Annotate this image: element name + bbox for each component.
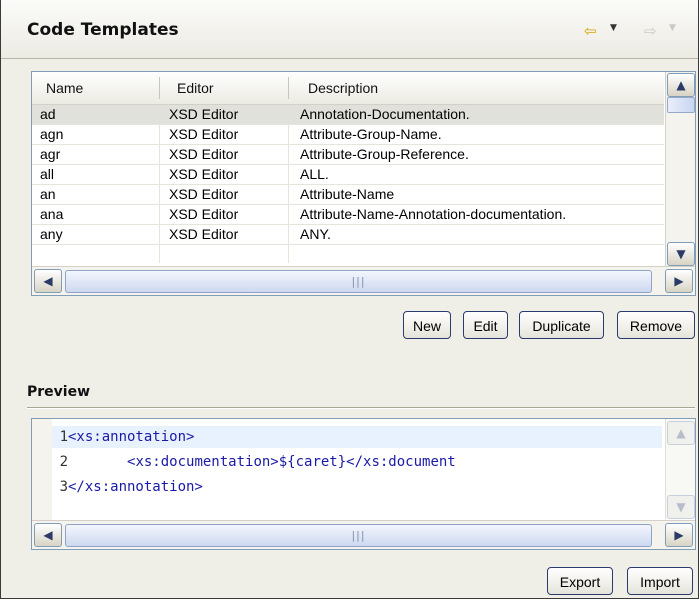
grip-icon: ||| — [351, 529, 366, 542]
cell-editor: XSD Editor — [169, 226, 239, 242]
preview-heading: Preview — [27, 384, 91, 400]
scroll-down-icon[interactable]: ▼ — [667, 495, 695, 519]
scroll-right-icon[interactable]: ▶ — [665, 269, 693, 293]
line-number: 1 — [59, 429, 68, 445]
code-line[interactable]: 3</xs:annotation> — [52, 476, 662, 498]
templates-table: Name Editor Description ad XSD Editor An… — [31, 71, 696, 296]
scroll-left-icon[interactable]: ◀ — [34, 523, 62, 547]
import-button[interactable]: Import — [627, 567, 693, 595]
cell-editor: XSD Editor — [169, 206, 239, 222]
line-number: 3 — [59, 479, 68, 495]
vertical-scroll-thumb[interactable] — [667, 97, 695, 113]
cell-description: ALL. — [300, 166, 329, 182]
scroll-left-icon[interactable]: ◀ — [34, 269, 62, 293]
cell-editor: XSD Editor — [169, 166, 239, 182]
panel-header: Code Templates ⇦ ▼ ⇨ ▼ — [1, 0, 698, 59]
remove-button[interactable]: Remove — [617, 311, 695, 339]
code-text: </xs:annotation> — [68, 479, 203, 495]
forward-arrow-icon[interactable]: ⇨ — [644, 22, 657, 40]
cell-editor: XSD Editor — [169, 126, 239, 142]
preview-editor[interactable]: 1<xs:annotation> 2 <xs:documentation>${c… — [31, 418, 696, 550]
table-row[interactable]: any XSD Editor ANY. — [32, 225, 664, 245]
page-title: Code Templates — [27, 20, 179, 40]
preview-divider — [27, 407, 695, 409]
column-header-description[interactable]: Description — [308, 80, 378, 96]
cell-editor: XSD Editor — [169, 186, 239, 202]
editor-vertical-scrollbar[interactable]: ▲ ▼ — [665, 419, 695, 519]
scroll-up-icon[interactable]: ▲ — [667, 421, 695, 445]
cell-description: Attribute-Group-Reference. — [300, 146, 469, 162]
table-row[interactable]: agn XSD Editor Attribute-Group-Name. — [32, 125, 664, 145]
cell-description: Attribute-Name — [300, 186, 395, 202]
forward-dropdown-icon[interactable]: ▼ — [669, 23, 676, 33]
editor-horizontal-scrollbar[interactable]: ◀ ||| ▶ — [32, 520, 695, 549]
cell-name: agr — [40, 146, 61, 162]
horizontal-scroll-thumb[interactable]: ||| — [65, 270, 652, 293]
code-templates-panel: Code Templates ⇦ ▼ ⇨ ▼ Name Editor Descr… — [0, 0, 699, 599]
cell-description: Attribute-Group-Name. — [300, 126, 442, 142]
code-text: <xs:documentation>${caret}</xs:document — [127, 454, 456, 470]
table-vertical-scrollbar[interactable]: ▲ ▼ — [665, 72, 695, 266]
cell-editor: XSD Editor — [169, 106, 239, 122]
grip-icon: ||| — [351, 275, 366, 288]
line-number: 2 — [59, 454, 68, 470]
cell-editor: XSD Editor — [169, 146, 239, 162]
cell-description: Annotation-Documentation. — [300, 106, 470, 122]
table-row[interactable]: all XSD Editor ALL. — [32, 165, 664, 185]
duplicate-button[interactable]: Duplicate — [519, 311, 604, 339]
new-button[interactable]: New — [403, 311, 451, 339]
cell-name: all — [40, 166, 55, 182]
edit-button[interactable]: Edit — [463, 311, 508, 339]
back-dropdown-icon[interactable]: ▼ — [610, 23, 617, 33]
cell-name: ad — [40, 106, 56, 122]
code-text: <xs:annotation> — [68, 429, 195, 445]
column-divider[interactable] — [159, 77, 160, 99]
column-divider[interactable] — [288, 77, 289, 99]
scroll-up-icon[interactable]: ▲ — [667, 73, 695, 97]
cell-name: ana — [40, 206, 64, 222]
cell-name: an — [40, 186, 56, 202]
code-line[interactable]: 1<xs:annotation> — [52, 426, 662, 448]
table-row[interactable]: agr XSD Editor Attribute-Group-Reference… — [32, 145, 664, 165]
horizontal-scroll-thumb[interactable]: ||| — [65, 524, 652, 547]
cell-description: Attribute-Name-Annotation-documentation. — [300, 206, 567, 222]
cell-description: ANY. — [300, 226, 331, 242]
scroll-right-icon[interactable]: ▶ — [665, 523, 693, 547]
code-line[interactable]: 2 <xs:documentation>${caret}</xs:documen… — [52, 451, 662, 473]
table-horizontal-scrollbar[interactable]: ◀ ||| ▶ — [32, 266, 695, 295]
table-row[interactable]: an XSD Editor Attribute-Name — [32, 185, 664, 205]
table-row[interactable]: ad XSD Editor Annotation-Documentation. — [32, 105, 664, 125]
back-arrow-icon[interactable]: ⇦ — [584, 22, 597, 40]
cell-name: agn — [40, 126, 64, 142]
column-header-editor[interactable]: Editor — [177, 80, 214, 96]
column-header-name[interactable]: Name — [46, 80, 83, 96]
table-row[interactable]: ana XSD Editor Attribute-Name-Annotation… — [32, 205, 664, 225]
table-header: Name Editor Description — [32, 72, 664, 105]
scroll-down-icon[interactable]: ▼ — [667, 242, 695, 266]
cell-name: any — [40, 226, 63, 242]
export-button[interactable]: Export — [547, 567, 613, 595]
